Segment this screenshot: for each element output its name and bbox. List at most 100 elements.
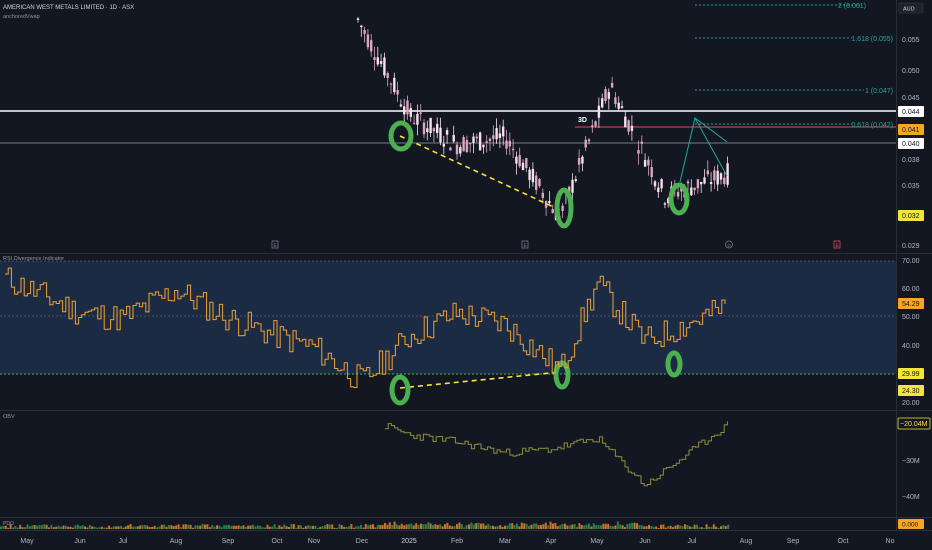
volume-bar [312,525,314,529]
volume-bar [727,524,730,529]
candle-body [726,163,729,185]
volume-bar [412,525,415,529]
volume-bar [384,522,386,529]
candle-body [624,116,627,128]
candle-body [475,136,478,139]
volume-bar [547,525,550,529]
volume-bar [24,527,26,529]
volume-bar [324,525,326,529]
obv-pane-title[interactable]: OBV [3,414,15,420]
volume-bar [144,525,146,529]
rsi-band [0,261,896,374]
candle-body [657,187,660,193]
volume-bar [204,524,206,529]
volume-bar [612,526,614,529]
price-axis-tick: 0.035 [902,183,920,190]
volume-bar [112,526,115,529]
volume-bar [218,525,221,529]
volume-bar [84,526,86,529]
candle-body [429,117,432,134]
volume-bar [136,526,139,529]
volume-bar [364,524,367,529]
candle-body [386,73,389,78]
candle-body [412,122,416,124]
symbol-title[interactable]: AMERICAN WEST METALS LIMITED · 1D · ASX [3,5,134,11]
candle-body [436,123,439,133]
time-axis[interactable]: May Jun Jul Aug Sep Oct Nov Dec 2025 Feb Mar Apr May… [20,538,894,545]
time-axis-label: Jul [119,538,128,545]
volume-bar [544,522,547,529]
volume-bar [7,527,10,529]
candle-body [379,61,383,64]
volume-bar [669,525,672,529]
volume-bar [290,524,293,529]
volume-bar [703,527,706,529]
volume-bar [516,523,518,529]
candle-body [416,113,419,125]
volume-bar [710,526,713,529]
volume-bar [609,525,612,529]
candle-body [403,106,406,115]
volume-bar [28,526,31,529]
candle-body [577,158,581,165]
candle-body [653,181,657,187]
volume-bar [619,524,622,529]
volume-bar [259,525,262,529]
volume-bar [314,525,317,529]
volume-bar [588,523,590,529]
candle-body [521,162,525,171]
volume-bar [184,524,187,529]
candle-body [525,158,528,168]
candle-body [442,143,445,147]
indicator-name[interactable]: anchoredVwap [3,14,40,20]
rsi-pane-title[interactable]: RSI Divergence Indicator [3,256,64,262]
candle-body [696,179,700,189]
volume-pane-title[interactable]: PDO [3,521,14,527]
volume-bar [225,524,228,529]
obv-axis-tick: −40M [902,494,920,501]
volume-bar [86,527,89,529]
volume-bar [285,526,288,529]
volume-bar [564,523,566,529]
volume-bar [436,524,439,529]
volume-bar [117,526,120,529]
candle-body [561,205,564,211]
volume-bar [254,526,257,529]
volume-bar [110,527,113,529]
volume-bar [379,525,382,529]
volume-bar [523,523,526,529]
volume-bar [655,526,658,529]
volume-bar [650,525,653,529]
volume-bar [64,525,67,529]
volume-bar [540,525,542,529]
volume-bar [712,524,715,529]
volume-bar [499,525,502,529]
volume-bar [583,525,586,529]
candle-body [426,128,429,133]
volume-bar [244,526,247,529]
volume-bar [422,524,425,529]
time-axis-label: Jul [688,538,697,545]
candle-body [709,182,713,184]
volume-bar [561,523,564,529]
volume-bar [98,527,101,529]
rsi-axis-tick: 20.00 [902,400,920,407]
candle-body [581,156,584,164]
volume-bar [199,525,202,529]
volume-bar [74,525,77,529]
volume-bar [163,524,166,529]
volume-bar [72,527,74,529]
volume-bar [177,524,180,529]
volume-bar [194,525,197,529]
volume-bar [446,522,449,529]
time-axis-label: Dec [356,538,369,545]
volume-bar [350,524,353,529]
candle-body [518,155,521,167]
volume-bar [405,524,408,529]
volume-bar [43,524,46,529]
volume-bar [468,524,470,529]
candle-body [640,141,643,144]
volume-bar [393,521,396,529]
volume-bar [129,524,132,529]
candle-body [409,108,412,117]
